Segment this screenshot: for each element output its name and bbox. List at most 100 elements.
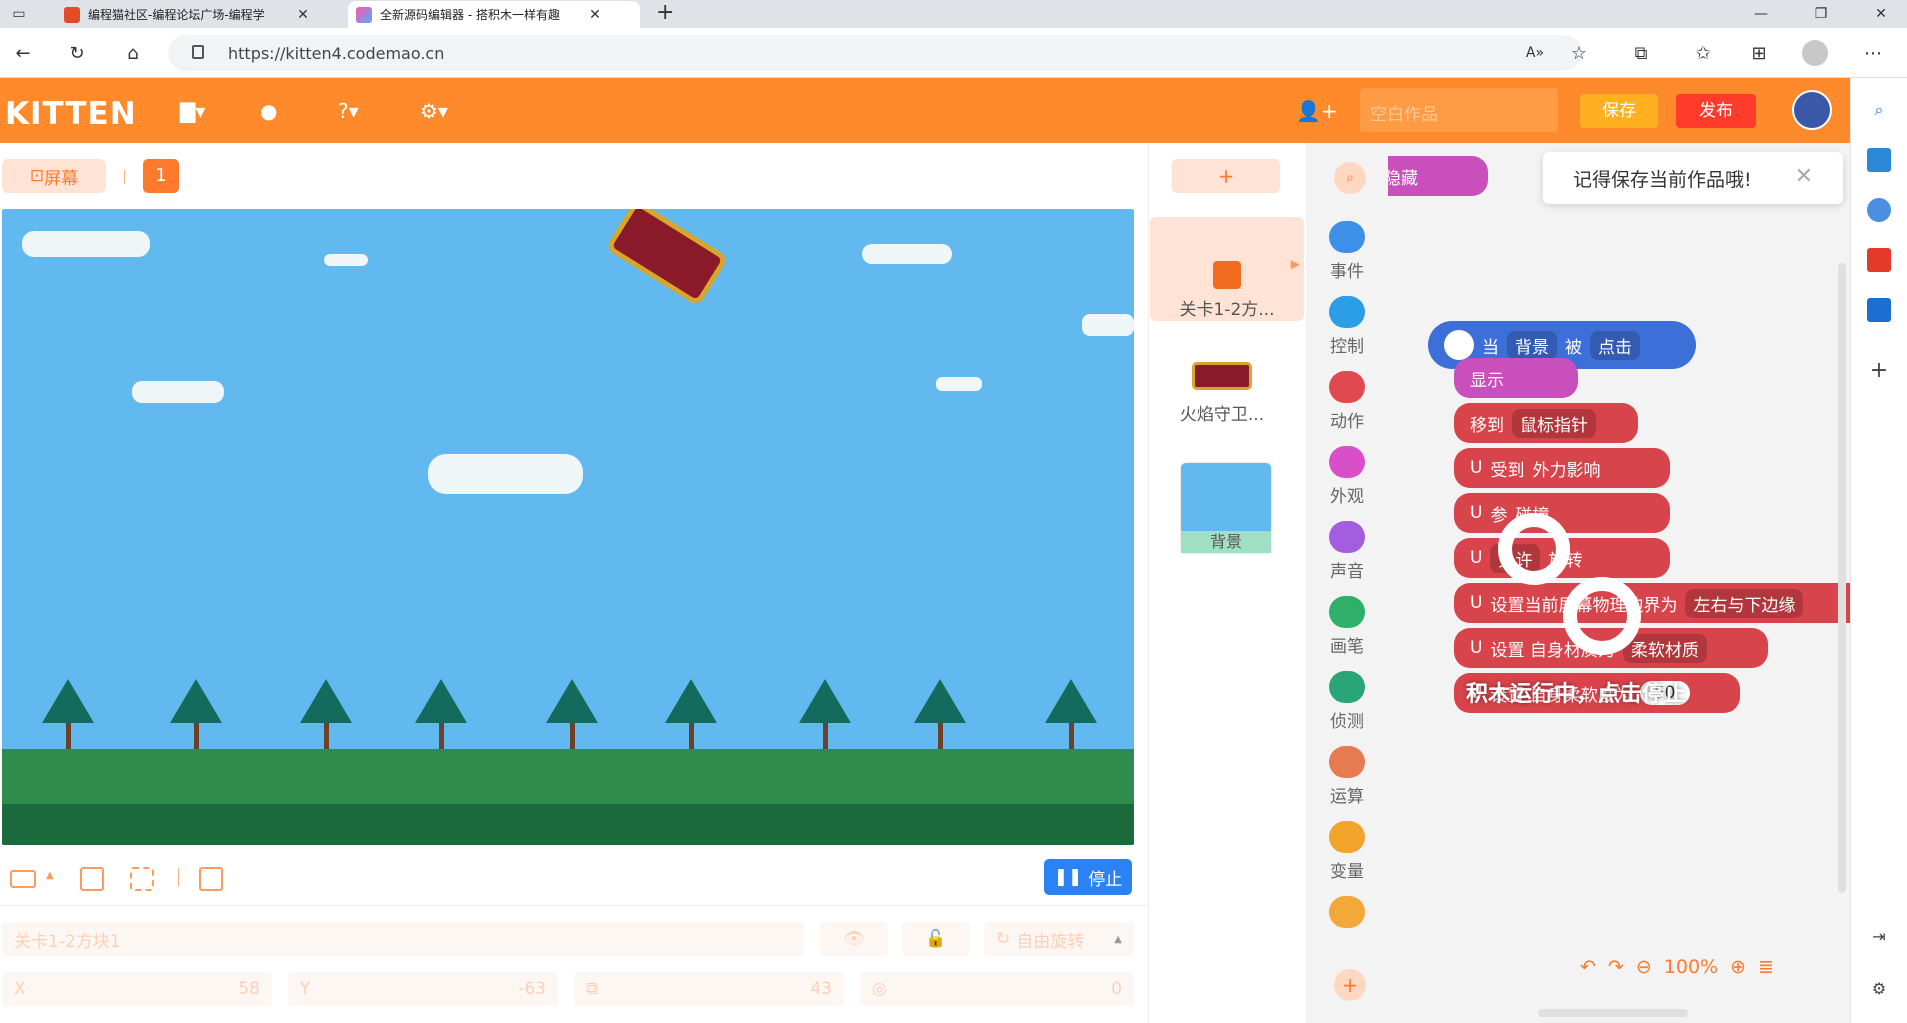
- search-icon[interactable]: ⌕: [1867, 98, 1891, 122]
- collections-icon[interactable]: ⊞: [1746, 40, 1772, 66]
- screen-button[interactable]: ⊡ 屏幕: [2, 159, 106, 193]
- action-dropdown[interactable]: 点击: [1590, 330, 1640, 360]
- close-icon[interactable]: ✕: [588, 7, 602, 23]
- help-icon[interactable]: ?▾: [338, 96, 359, 126]
- back-icon[interactable]: ←: [10, 40, 36, 66]
- url-field[interactable]: https://kitten4.codemao.cn: [168, 35, 1582, 71]
- divider: [178, 868, 179, 886]
- reload-icon[interactable]: ↻: [64, 40, 90, 66]
- category-lists[interactable]: 列表: [1306, 896, 1388, 934]
- category-operators[interactable]: 运算: [1306, 746, 1388, 807]
- align-blocks-icon[interactable]: ≣: [1758, 956, 1774, 978]
- scene-number-button[interactable]: 1: [143, 159, 179, 193]
- window-close-icon[interactable]: ✕: [1864, 0, 1898, 28]
- zoom-in-icon[interactable]: ⊕: [1730, 956, 1746, 978]
- save-button[interactable]: 保存: [1580, 94, 1658, 128]
- show-block[interactable]: 显示: [1454, 358, 1578, 398]
- minimize-icon[interactable]: —: [1744, 0, 1778, 28]
- tab-actions-icon[interactable]: ▭: [2, 0, 36, 28]
- add-icon[interactable]: +: [1867, 358, 1891, 383]
- direction-field[interactable]: ◎ 0: [860, 972, 1134, 1006]
- sidebar-toggle-icon[interactable]: ⇥: [1867, 924, 1891, 948]
- stop-button[interactable]: ❚❚ 停止: [1044, 859, 1132, 895]
- tree-trunk: [823, 723, 828, 749]
- extensions-icon[interactable]: ⧉: [1628, 40, 1654, 66]
- rotation-mode-select[interactable]: ↻ 自由旋转 ▲: [984, 922, 1134, 956]
- lock-icon: [192, 45, 204, 59]
- games-icon[interactable]: [1867, 198, 1891, 222]
- flame-guard-sprite[interactable]: [604, 209, 730, 307]
- material-dropdown[interactable]: 柔软材质: [1622, 633, 1707, 663]
- stage-canvas[interactable]: [2, 209, 1134, 845]
- publish-button[interactable]: 发布: [1676, 94, 1756, 128]
- sidebar-settings-icon[interactable]: ⚙: [1867, 976, 1891, 1000]
- category-variables[interactable]: 变量: [1306, 821, 1388, 882]
- settings-icon[interactable]: ⚙▾: [420, 96, 448, 126]
- cloud: [22, 231, 150, 257]
- add-collaborator-icon[interactable]: 👤+: [1296, 96, 1338, 126]
- running-indicator[interactable]: 积木运行中，点击停止: [1466, 676, 1686, 708]
- close-icon[interactable]: ✕: [296, 7, 310, 23]
- toolbox-icon[interactable]: [1867, 148, 1891, 172]
- favorites-icon[interactable]: ✩: [1690, 40, 1716, 66]
- favorite-icon[interactable]: ☆: [1566, 40, 1592, 66]
- new-tab-icon[interactable]: +: [656, 0, 674, 26]
- user-avatar[interactable]: [1792, 90, 1832, 130]
- undo-icon[interactable]: ↶: [1580, 956, 1596, 978]
- visibility-toggle[interactable]: 👁: [820, 922, 888, 956]
- category-sound[interactable]: 声音: [1306, 521, 1388, 582]
- background-card[interactable]: 背景: [1180, 462, 1272, 554]
- target-dropdown[interactable]: 背景: [1507, 330, 1557, 360]
- lock-toggle[interactable]: 🔓: [902, 922, 970, 956]
- file-menu-icon[interactable]: ▇▾: [180, 96, 205, 126]
- profile-icon[interactable]: [1802, 40, 1828, 66]
- category-control[interactable]: 控制: [1306, 296, 1388, 357]
- add-extension-icon[interactable]: +: [1334, 969, 1366, 1001]
- browser-sidebar: ⌕ + ⇥ ⚙: [1850, 78, 1907, 1023]
- home-icon[interactable]: ⌂: [120, 40, 146, 66]
- physics-block[interactable]: U 受到 外力影响: [1454, 448, 1670, 488]
- sprite-card-selected[interactable]: 关卡1-2方... ▶: [1150, 217, 1304, 321]
- fullscreen-icon[interactable]: [130, 867, 154, 891]
- close-icon[interactable]: ✕: [1795, 164, 1813, 189]
- sensing-icon: [1329, 671, 1365, 703]
- moveto-block[interactable]: 移到 鼠标指针: [1454, 403, 1638, 443]
- vertical-scrollbar[interactable]: [1838, 263, 1846, 893]
- play-preview-icon[interactable]: [199, 867, 223, 891]
- sprite-name-input[interactable]: 关卡1-2方块1: [2, 922, 804, 956]
- moveto-dropdown[interactable]: 鼠标指针: [1512, 408, 1596, 438]
- y-field[interactable]: Y -63: [288, 972, 558, 1006]
- category-sensing[interactable]: 侦测: [1306, 671, 1388, 732]
- browser-tab-editor[interactable]: 全新源码编辑器 - 搭积木一样有趣 ✕: [348, 1, 640, 28]
- divider: [0, 905, 1148, 906]
- browser-tab-community[interactable]: 编程猫社区-编程论坛广场-编程学 ✕: [56, 1, 338, 28]
- category-pen[interactable]: 画笔: [1306, 596, 1388, 657]
- category-event[interactable]: 事件: [1306, 221, 1388, 282]
- tree: [665, 679, 717, 723]
- stage-size-icon[interactable]: [10, 870, 36, 888]
- horizontal-scrollbar[interactable]: [1538, 1009, 1688, 1017]
- hide-block[interactable]: 隐藏: [1388, 156, 1488, 196]
- caret-up-icon[interactable]: ▲: [46, 870, 54, 881]
- restore-icon[interactable]: ❐: [1804, 0, 1838, 28]
- add-sprite-button[interactable]: +: [1172, 159, 1280, 193]
- grid-icon[interactable]: [80, 867, 104, 891]
- boundary-dropdown[interactable]: 左右与下边缘: [1685, 588, 1804, 618]
- x-field[interactable]: X 58: [2, 972, 272, 1006]
- sprite-card[interactable]: 火焰守卫...: [1176, 338, 1268, 442]
- zoom-out-icon[interactable]: ⊖: [1636, 956, 1652, 978]
- tree: [42, 679, 94, 723]
- backpack-icon[interactable]: ●: [260, 96, 277, 126]
- office-icon[interactable]: [1867, 248, 1891, 272]
- category-looks[interactable]: 外观: [1306, 446, 1388, 507]
- project-name-input[interactable]: 空白作品: [1360, 88, 1558, 132]
- more-icon[interactable]: ⋯: [1860, 40, 1886, 66]
- redo-icon[interactable]: ↷: [1608, 956, 1624, 978]
- boundary-block[interactable]: U 设置当前屏幕物理边界为 左右与下边缘: [1454, 583, 1850, 623]
- read-aloud-icon[interactable]: A»: [1522, 40, 1548, 66]
- code-workspace[interactable]: 隐藏 当 背景 被 点击 显示 移到 鼠标指针 U 受到 外力影响 U 参碰撞 U 允许旋…: [1388, 143, 1850, 1023]
- category-motion[interactable]: 动作: [1306, 371, 1388, 432]
- size-field[interactable]: ⧉ 43: [574, 972, 844, 1006]
- search-icon[interactable]: ⌕: [1334, 162, 1366, 194]
- outlook-icon[interactable]: [1867, 298, 1891, 322]
